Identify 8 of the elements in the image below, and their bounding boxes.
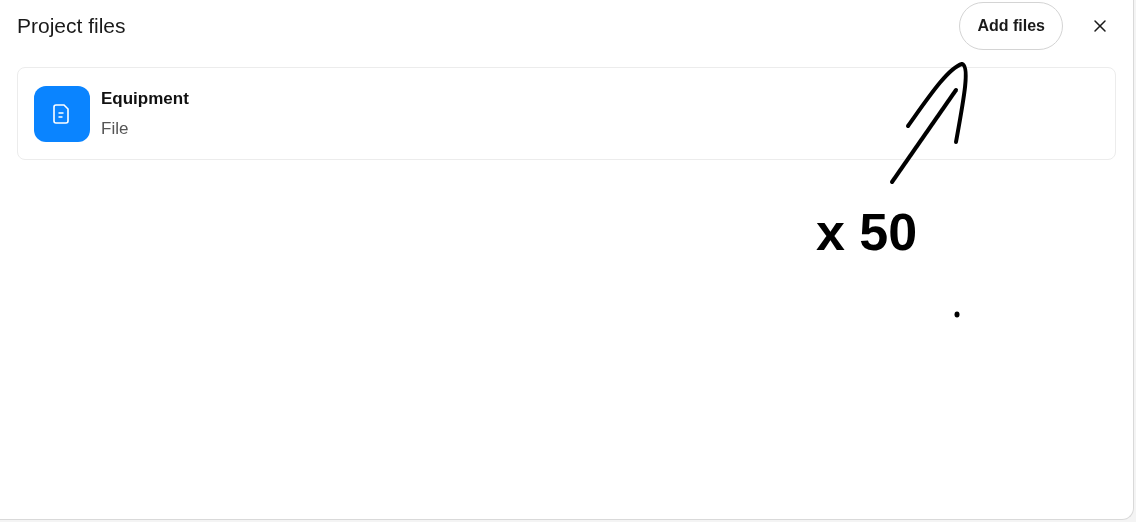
file-type: File — [101, 118, 130, 140]
file-card[interactable]: Equipment File — [17, 67, 1116, 160]
annotation-text: x 50 — [816, 206, 918, 258]
add-files-button[interactable]: Add files — [959, 2, 1063, 50]
dialog-title: Project files — [17, 13, 127, 40]
document-icon — [34, 85, 90, 142]
file-name: Equipment — [101, 87, 189, 110]
dot-icon — [954, 311, 960, 318]
